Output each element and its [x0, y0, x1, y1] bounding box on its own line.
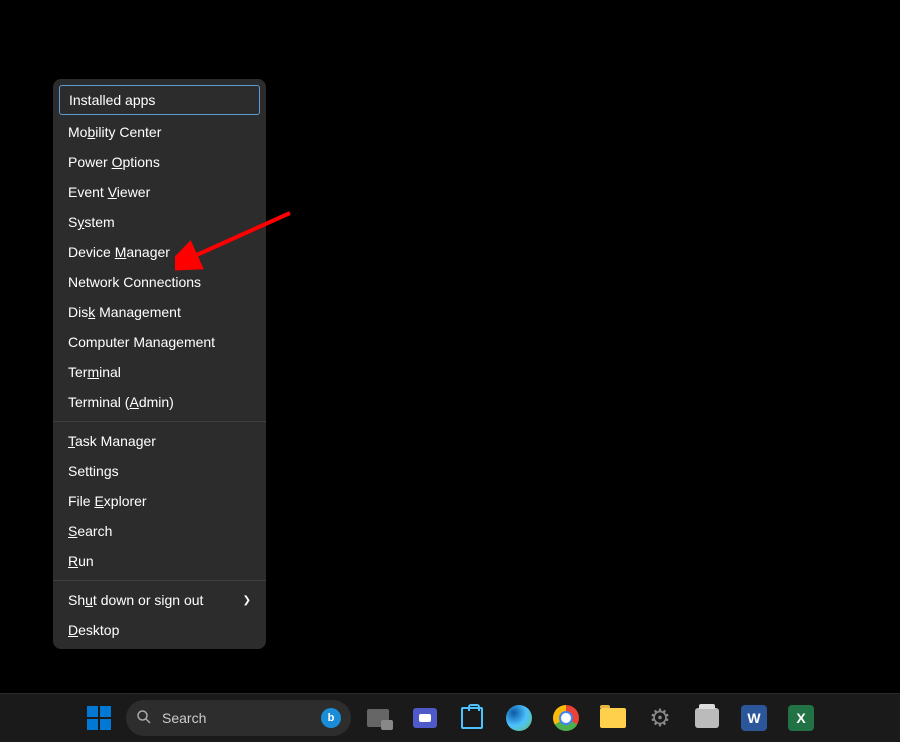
menu-item-label: Event Viewer: [68, 184, 150, 200]
store-button[interactable]: [452, 698, 492, 738]
menu-item-label: Settings: [68, 463, 119, 479]
search-placeholder: Search: [162, 710, 311, 726]
menu-item-label: Installed apps: [69, 92, 155, 108]
menu-item-installed-apps[interactable]: Installed apps: [59, 85, 260, 115]
menu-item-desktop[interactable]: Desktop: [53, 615, 266, 645]
menu-item-terminal[interactable]: Terminal: [53, 357, 266, 387]
menu-item-label: Terminal (Admin): [68, 394, 174, 410]
chevron-right-icon: ❯: [243, 595, 251, 606]
store-icon: [461, 707, 483, 729]
search-icon: [136, 709, 152, 728]
menu-item-file-explorer[interactable]: File Explorer: [53, 486, 266, 516]
chrome-button[interactable]: [546, 698, 586, 738]
menu-item-label: Computer Management: [68, 334, 215, 350]
excel-button[interactable]: X: [781, 698, 821, 738]
menu-item-event-viewer[interactable]: Event Viewer: [53, 177, 266, 207]
menu-item-label: System: [68, 214, 115, 230]
settings-button[interactable]: ⚙: [640, 698, 680, 738]
chat-button[interactable]: [405, 698, 445, 738]
chrome-icon: [553, 705, 579, 731]
menu-item-power-options[interactable]: Power Options: [53, 147, 266, 177]
start-button[interactable]: [79, 698, 119, 738]
word-button[interactable]: W: [734, 698, 774, 738]
menu-separator: [53, 580, 266, 581]
menu-item-terminal-admin-[interactable]: Terminal (Admin): [53, 387, 266, 417]
menu-separator: [53, 421, 266, 422]
task-view-icon: [367, 709, 389, 727]
menu-item-label: Shut down or sign out: [68, 592, 203, 608]
menu-item-label: Mobility Center: [68, 124, 161, 140]
menu-item-label: Run: [68, 553, 94, 569]
menu-item-disk-management[interactable]: Disk Management: [53, 297, 266, 327]
bing-icon: b: [321, 708, 341, 728]
file-explorer-button[interactable]: [593, 698, 633, 738]
menu-item-label: Search: [68, 523, 112, 539]
menu-item-shut-down-or-sign-out[interactable]: Shut down or sign out ❯: [53, 585, 266, 615]
gear-icon: ⚙: [647, 705, 673, 731]
task-view-button[interactable]: [358, 698, 398, 738]
word-icon: W: [741, 705, 767, 731]
excel-icon: X: [788, 705, 814, 731]
menu-item-label: Device Manager: [68, 244, 170, 260]
printer-icon: [695, 708, 719, 728]
winx-context-menu: Installed apps Mobility Center Power Optio…: [53, 79, 266, 649]
menu-item-device-manager[interactable]: Device Manager: [53, 237, 266, 267]
menu-item-settings[interactable]: Settings: [53, 456, 266, 486]
windows-logo-icon: [87, 706, 111, 730]
menu-item-label: File Explorer: [68, 493, 147, 509]
menu-item-mobility-center[interactable]: Mobility Center: [53, 117, 266, 147]
taskbar: Search b ⚙ W X: [0, 694, 900, 742]
menu-item-system[interactable]: System: [53, 207, 266, 237]
menu-item-network-connections[interactable]: Network Connections: [53, 267, 266, 297]
menu-item-label: Power Options: [68, 154, 160, 170]
menu-item-label: Task Manager: [68, 433, 156, 449]
folder-icon: [600, 708, 626, 728]
menu-item-label: Network Connections: [68, 274, 201, 290]
taskbar-search[interactable]: Search b: [126, 700, 351, 736]
menu-item-run[interactable]: Run: [53, 546, 266, 576]
edge-icon: [506, 705, 532, 731]
edge-button[interactable]: [499, 698, 539, 738]
menu-item-label: Desktop: [68, 622, 119, 638]
menu-item-label: Disk Management: [68, 304, 181, 320]
menu-item-search[interactable]: Search: [53, 516, 266, 546]
chat-icon: [413, 708, 437, 728]
menu-item-computer-management[interactable]: Computer Management: [53, 327, 266, 357]
menu-item-label: Terminal: [68, 364, 121, 380]
printer-button[interactable]: [687, 698, 727, 738]
menu-item-task-manager[interactable]: Task Manager: [53, 426, 266, 456]
